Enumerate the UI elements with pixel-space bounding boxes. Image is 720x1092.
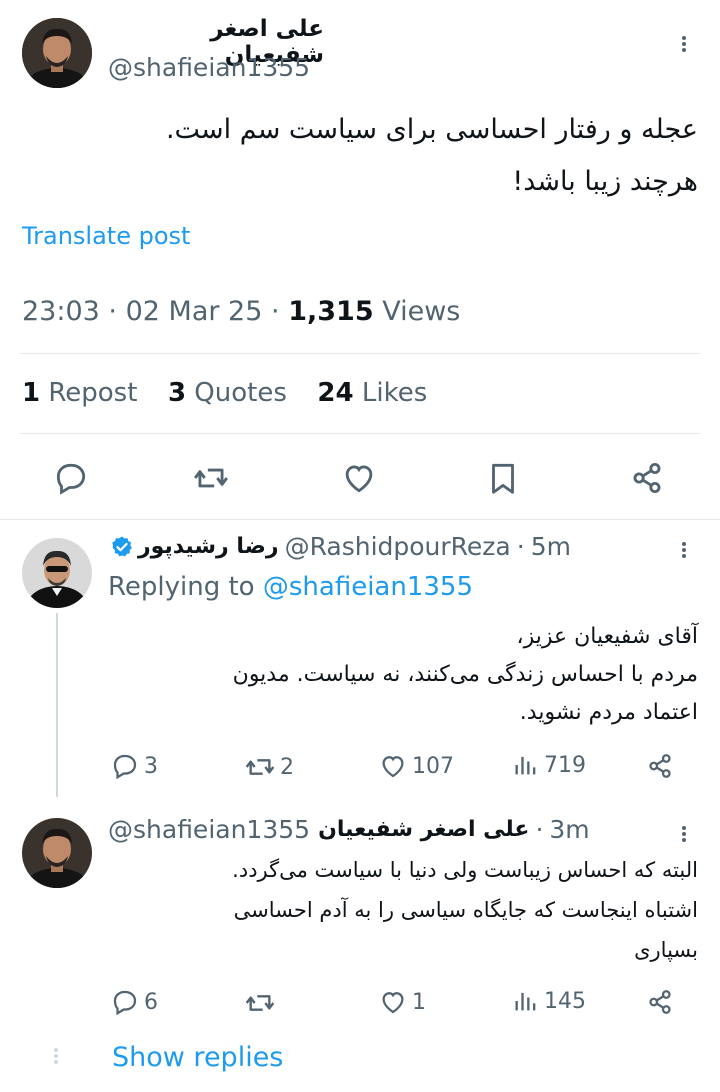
views-count: 719 — [544, 752, 586, 778]
like-count: 107 — [412, 753, 454, 779]
share-button[interactable] — [645, 987, 675, 1017]
reply-button[interactable] — [52, 459, 90, 497]
share-button[interactable] — [645, 751, 675, 781]
reply-author-avatar[interactable] — [22, 538, 92, 608]
reply-text-line-1: آقای شفیعیان عزیز، — [516, 624, 698, 649]
reply-count: 6 — [144, 989, 158, 1015]
post-text-line-1: عجله و رفتار احساسی برای سیاست سم است. — [165, 114, 698, 145]
author-avatar[interactable] — [22, 18, 92, 88]
reply-icon — [113, 990, 137, 1016]
quotes-count: 3 — [167, 378, 187, 408]
divider — [20, 353, 700, 354]
meta-separator: · — [271, 296, 280, 327]
reply-text-line-2: اشتباه اینجاست که جایگاه سیاسی را به آدم… — [233, 898, 698, 922]
more-options-icon[interactable] — [681, 540, 687, 560]
reply-time[interactable]: 3m — [549, 815, 589, 844]
verified-badge-icon — [112, 536, 132, 556]
reply-text-line-3: بسپاری — [634, 938, 698, 962]
views-button[interactable]: 145 — [512, 987, 586, 1015]
divider — [0, 519, 720, 520]
views-icon — [515, 756, 536, 775]
reply-button[interactable]: 6 — [110, 987, 158, 1017]
repost-icon — [245, 759, 275, 775]
author-handle[interactable]: @shafieian1355 — [108, 53, 310, 82]
quotes-stat[interactable]: 3 Quotes — [168, 378, 295, 408]
views-count: 145 — [544, 988, 586, 1014]
share-icon — [649, 990, 671, 1014]
reply-header: رضا رشیدپور @RashidpourReza · 5m — [108, 532, 571, 561]
reply-author-handle[interactable]: @RashidpourReza — [285, 532, 511, 561]
meta-separator: · — [535, 815, 544, 844]
thread-line — [56, 613, 58, 797]
repost-icon — [194, 468, 228, 488]
post-text-line-2: هرچند زیبا باشد! — [512, 166, 698, 197]
thread-continuation-icon — [53, 1046, 59, 1066]
repost-icon — [245, 995, 275, 1011]
reply-author-avatar[interactable] — [22, 818, 92, 888]
views-count: 1,315 — [288, 296, 374, 327]
views-button[interactable]: 719 — [512, 751, 586, 779]
meta-separator: · — [516, 532, 525, 561]
like-count: 1 — [412, 989, 426, 1015]
more-options-icon[interactable] — [681, 824, 687, 844]
like-button[interactable]: 107 — [378, 751, 454, 781]
like-button[interactable]: 1 — [378, 987, 426, 1017]
repost-label: Repost — [48, 378, 138, 408]
repost-button[interactable] — [244, 987, 280, 1019]
repost-stat[interactable]: 1 Repost — [22, 378, 146, 408]
like-icon — [345, 465, 373, 493]
like-icon — [382, 756, 404, 778]
reply-text-line-3: اعتماد مردم نشوید. — [519, 700, 698, 725]
views-label: Views — [382, 296, 461, 327]
reply-icon — [113, 754, 137, 780]
bookmark-icon — [492, 463, 514, 494]
repost-count: 1 — [22, 378, 41, 408]
show-replies-link[interactable]: Show replies — [112, 1042, 283, 1073]
repost-button[interactable] — [192, 459, 230, 497]
reply-header: علی اصغر شفیعیان @shafieian1355 · 3m — [108, 815, 590, 844]
reply-button[interactable]: 3 — [110, 751, 158, 781]
replying-to-handle[interactable]: @shafieian1355 — [263, 572, 473, 602]
replying-to-label: Replying to — [108, 572, 255, 602]
post-time: 23:03 — [22, 296, 100, 327]
likes-label: Likes — [361, 378, 428, 408]
bookmark-button[interactable] — [484, 459, 522, 497]
avatar-image — [22, 18, 92, 88]
reply-icon — [56, 463, 86, 495]
more-options-icon[interactable] — [681, 34, 687, 54]
avatar-image — [22, 538, 92, 608]
reply-time[interactable]: 5m — [531, 532, 571, 561]
views-icon — [515, 992, 536, 1011]
meta-separator: · — [108, 296, 117, 327]
reply-text-line-2: مردم با احساس زندگی می‌کنند، نه سیاست. م… — [232, 662, 698, 687]
like-icon — [382, 992, 404, 1014]
share-icon — [633, 462, 661, 494]
reply-author-name[interactable]: علی اصغر شفیعیان — [318, 817, 529, 842]
replying-to: Replying to @shafieian1355 — [108, 572, 473, 602]
like-button[interactable] — [340, 459, 378, 497]
avatar-image — [22, 818, 92, 888]
share-icon — [649, 754, 671, 778]
engagement-stats: 1 Repost 3 Quotes 24 Likes — [22, 378, 427, 408]
post-meta: 23:03 · 02 Mar 25 · 1,315 Views — [22, 296, 460, 327]
likes-count: 24 — [317, 378, 354, 408]
repost-count: 2 — [280, 754, 294, 780]
likes-stat[interactable]: 24 Likes — [317, 378, 427, 408]
reply-author-handle[interactable]: @shafieian1355 — [108, 815, 310, 844]
quotes-label: Quotes — [194, 378, 287, 408]
repost-button[interactable]: 2 — [244, 751, 294, 783]
reply-count: 3 — [144, 753, 158, 779]
reply-text-line-1: البته که احساس زیباست ولی دنیا با سیاست … — [232, 858, 698, 882]
reply-author-name[interactable]: رضا رشیدپور — [138, 534, 279, 559]
post-date: 02 Mar 25 — [125, 296, 263, 327]
divider — [20, 433, 700, 434]
share-button[interactable] — [628, 459, 666, 497]
translate-post-link[interactable]: Translate post — [22, 222, 190, 250]
